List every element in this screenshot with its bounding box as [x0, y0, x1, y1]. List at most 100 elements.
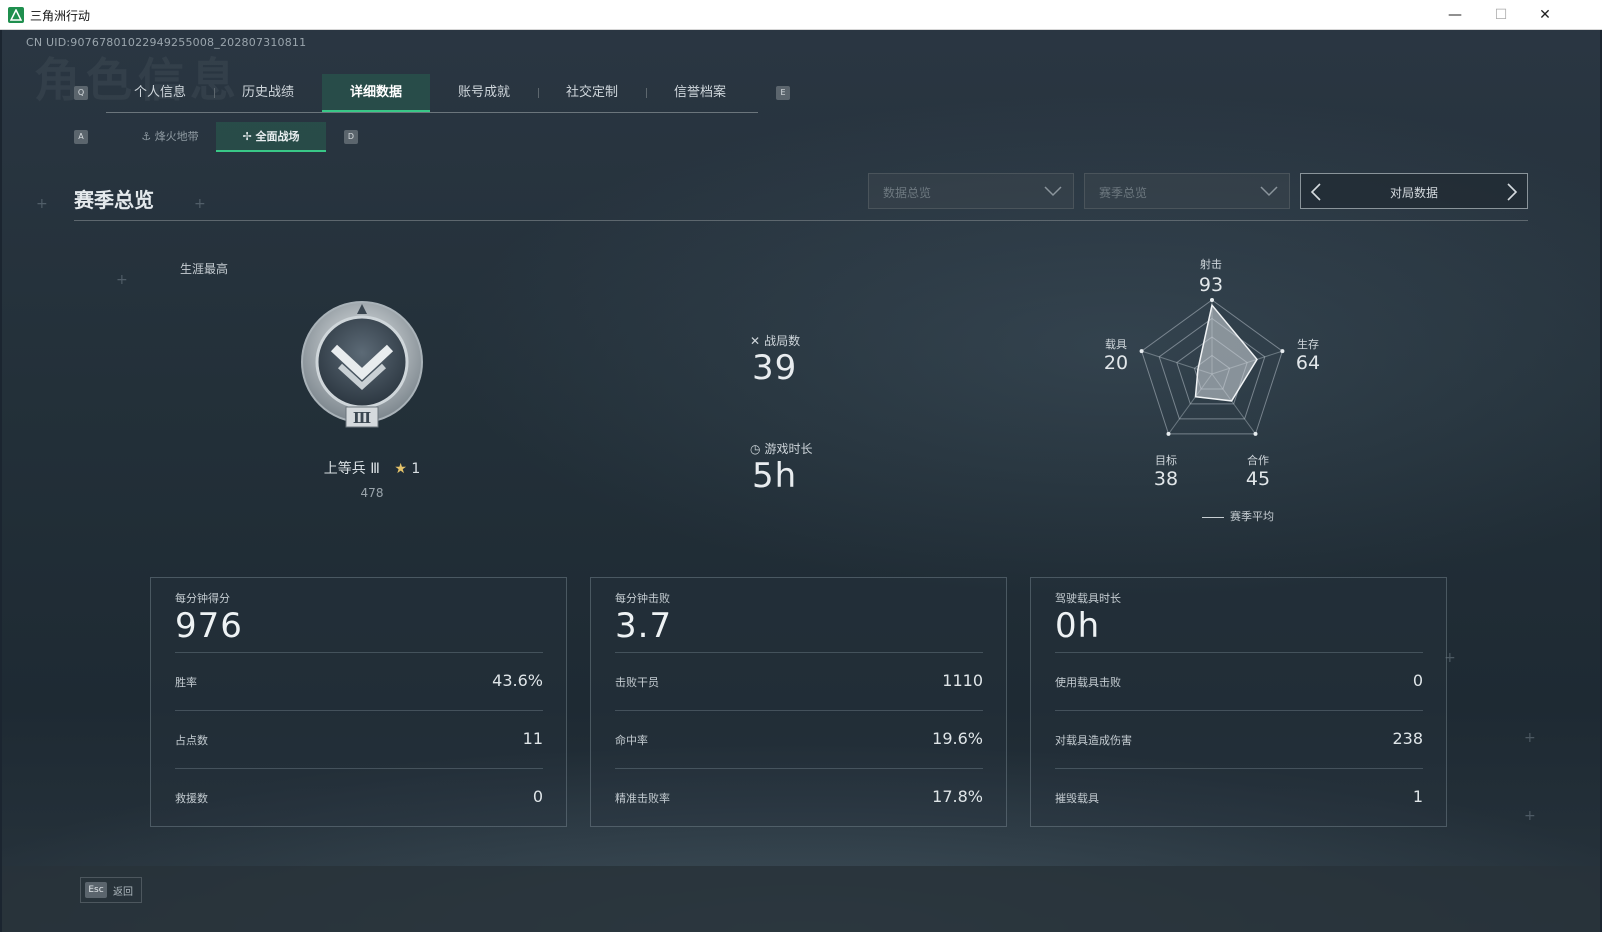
stat-key: 对载具造成伤害 — [1055, 734, 1132, 747]
card-head-value: 3.7 — [615, 606, 673, 646]
stat-key: 使用载具击败 — [1055, 676, 1121, 689]
card-head-label: 驾驶载具时长 — [1055, 592, 1121, 605]
deco-plus-icon: + — [1524, 730, 1536, 746]
battlefield-icon: ✢ — [242, 130, 252, 143]
ability-radar — [1139, 298, 1285, 436]
window-titlebar: 三角洲行动 — ☐ ✕ — [0, 0, 1602, 30]
playtime-value: 5h — [752, 456, 798, 496]
back-button[interactable]: Esc 返回 — [80, 877, 142, 903]
key-q-hint: Q — [74, 86, 88, 100]
stat-row: 胜率 43.6% — [175, 652, 543, 711]
subtab-hazard-zone[interactable]: ⚓ 烽火地带 — [122, 122, 218, 152]
tab-divider — [646, 88, 647, 98]
stat-row: 救援数 0 — [175, 768, 543, 827]
stat-value: 17.8% — [932, 787, 983, 806]
dropdown-value: 赛季总览 — [1099, 186, 1148, 200]
deco-plus-icon: + — [116, 272, 128, 288]
tab-divider — [214, 88, 215, 98]
card-head-label: 每分钟击败 — [615, 592, 670, 605]
close-button[interactable]: ✕ — [1522, 0, 1568, 30]
stat-value: 238 — [1392, 729, 1423, 748]
stat-key: 精准击败率 — [615, 792, 670, 805]
radar-vertex — [1166, 431, 1171, 436]
stat-row: 使用载具击败 0 — [1055, 652, 1423, 711]
legend-line-icon — [1202, 516, 1224, 518]
tab-reputation[interactable]: 信誉档案 — [646, 74, 754, 112]
stat-row: 击败干员 1110 — [615, 652, 983, 711]
stat-value: 1110 — [942, 671, 983, 690]
chevron-right-icon[interactable] — [1505, 182, 1519, 202]
tabs-underline — [106, 112, 758, 113]
kills-card: 每分钟击败 3.7 击败干员 1110 命中率 19.6% 精准击败率 17.8% — [590, 577, 1007, 827]
stat-row: 占点数 11 — [175, 710, 543, 769]
tab-divider — [538, 88, 539, 98]
playtime-stat: ◷ 游戏时长 — [750, 440, 813, 457]
season-overview-dropdown[interactable]: 赛季总览 — [1084, 173, 1290, 209]
card-head-value: 0h — [1055, 606, 1101, 646]
tab-detailed-data[interactable]: 详细数据 — [322, 74, 430, 112]
stat-row: 对载具造成伤害 238 — [1055, 710, 1423, 769]
stat-value: 11 — [522, 729, 543, 748]
tab-social[interactable]: 社交定制 — [538, 74, 646, 112]
rank-name: 上等兵 Ⅲ — [323, 461, 380, 477]
matches-label: 战局数 — [764, 334, 801, 348]
radar-axis-value: 20 — [1103, 352, 1129, 374]
tab-history[interactable]: 历史战绩 — [214, 74, 322, 112]
rank-points: 478 — [360, 486, 384, 500]
chevron-down-icon — [1044, 186, 1062, 197]
clock-icon: ◷ — [750, 442, 761, 456]
radar-axis-label: 载具 — [1105, 338, 1127, 351]
deco-plus-icon: + — [194, 196, 206, 212]
radar-axis-value: 64 — [1295, 352, 1321, 374]
radar-axis-label: 目标 — [1155, 454, 1177, 467]
game-stage: 角色信息 CN UID:9076780102294925500​8_202807… — [2, 30, 1600, 932]
radar-axis-label: 射击 — [1200, 258, 1222, 271]
data-overview-dropdown[interactable]: 数据总览 — [868, 173, 1074, 209]
app-logo-icon — [8, 7, 24, 23]
stat-row: 精准击败率 17.8% — [615, 768, 983, 827]
section-divider — [74, 220, 1528, 221]
stat-value: 19.6% — [932, 729, 983, 748]
back-label: 返回 — [113, 887, 133, 898]
radar-axis-value: 45 — [1245, 468, 1271, 490]
rank-title: 上等兵 Ⅲ ★ 1 — [302, 458, 442, 478]
radar-shape — [1194, 303, 1258, 402]
radar-axis-label: 生存 — [1297, 338, 1319, 351]
tab-personal-info[interactable]: 个人信息 — [106, 74, 214, 112]
window-title: 三角洲行动 — [30, 9, 91, 23]
card-head-value: 976 — [175, 606, 243, 646]
deco-plus-icon: + — [1524, 808, 1536, 824]
stat-value: 0 — [532, 787, 543, 806]
radar-axis-value: 93 — [1198, 274, 1224, 296]
career-best-label: 生涯最高 — [180, 262, 229, 276]
key-d-hint: D — [344, 130, 358, 144]
key-a-hint: A — [74, 130, 88, 144]
minimize-button[interactable]: — — [1432, 0, 1478, 30]
key-e-hint: E — [776, 86, 790, 100]
radar-axis-label: 合作 — [1247, 454, 1269, 467]
subtab-label: 烽火地带 — [154, 130, 199, 143]
stat-value: 0 — [1412, 671, 1423, 690]
crossed-swords-icon: ✕ — [750, 334, 761, 348]
deco-plus-icon: + — [36, 196, 48, 212]
section-title: 赛季总览 — [74, 188, 154, 212]
star-icon: ★ — [394, 461, 407, 477]
dropdown-value: 数据总览 — [883, 186, 932, 200]
radar-vertex — [1253, 431, 1258, 436]
rank-stars: 1 — [411, 461, 421, 477]
stat-key: 摧毁载具 — [1055, 792, 1099, 805]
stat-key: 命中率 — [615, 734, 648, 747]
stat-key: 击败干员 — [615, 676, 659, 689]
matches-stat: ✕ 战局数 — [750, 332, 800, 349]
match-data-pager: 对局数据 — [1300, 173, 1528, 209]
subtab-label: 全面战场 — [255, 130, 300, 143]
score-card: 每分钟得分 976 胜率 43.6% 占点数 11 救援数 0 — [150, 577, 567, 827]
stat-row: 命中率 19.6% — [615, 710, 983, 769]
radar-legend: 赛季平均 — [1202, 508, 1274, 524]
tab-achievements[interactable]: 账号成就 — [430, 74, 538, 112]
subtab-full-battlefield[interactable]: ✢ 全面战场 — [216, 122, 326, 152]
stat-key: 救援数 — [175, 792, 208, 805]
maximize-button[interactable]: ☐ — [1478, 0, 1524, 30]
pager-label: 对局数据 — [1389, 186, 1438, 200]
stat-row: 摧毁载具 1 — [1055, 768, 1423, 827]
